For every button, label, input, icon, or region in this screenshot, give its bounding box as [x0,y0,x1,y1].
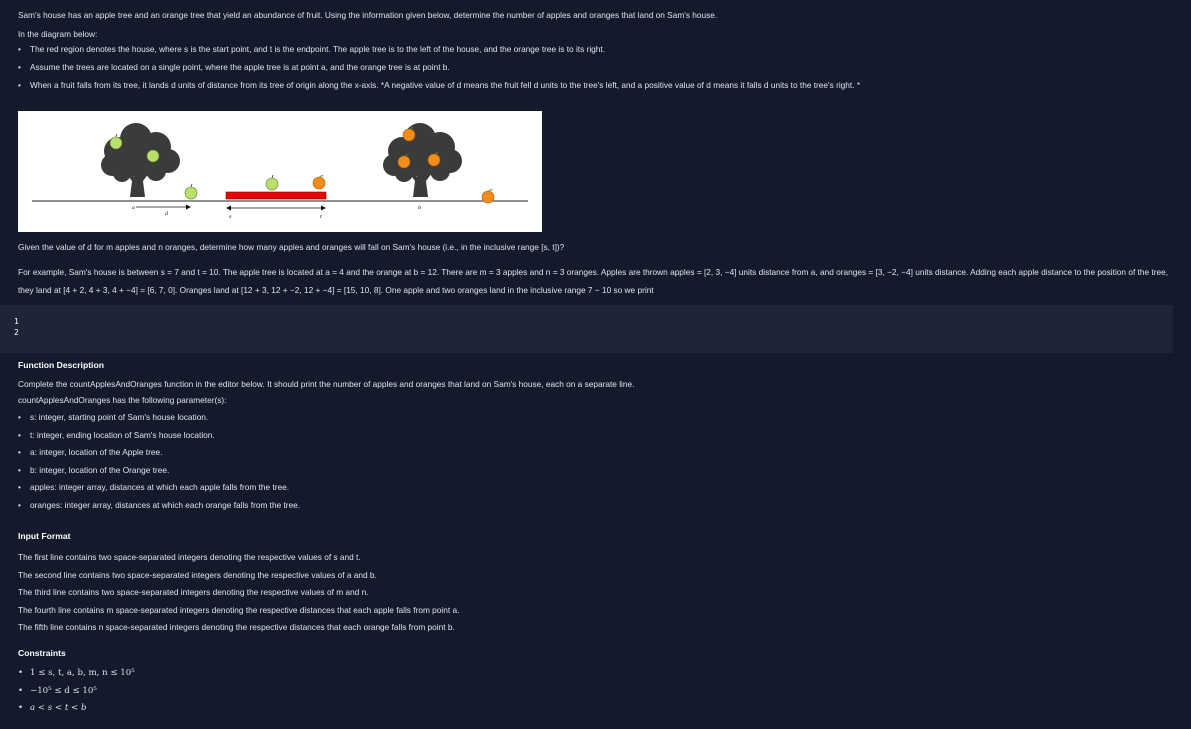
apple-icon [109,133,123,150]
list-item: The red region denotes the house, where … [18,44,860,63]
list-item: a < s < t < b [18,703,135,721]
house-region [225,191,327,200]
label-t: t [320,214,323,220]
orange-icon [312,175,326,190]
distance-d-arrow [136,204,191,210]
function-description-text: Complete the countApplesAndOranges funct… [18,379,635,389]
constraints-heading: Constraints [18,648,66,658]
list-item: Assume the trees are located on a single… [18,62,860,81]
list-item: When a fruit falls from its tree, it lan… [18,80,860,99]
function-description-heading: Function Description [18,360,104,370]
label-b: b [418,205,421,211]
input-format-line: The second line contains two space-separ… [18,569,377,580]
output-line: 2 [14,327,19,337]
input-format-heading: Input Format [18,531,71,541]
input-format-line: The third line contains two space-separa… [18,587,369,598]
input-format-line: The fourth line contains m space-separat… [18,604,460,615]
list-item: −10⁵ ≤ d ≤ 10⁵ [18,686,135,704]
given-question: Given the value of d for m apples and n … [18,242,565,252]
input-format-section: Input Format The first line contains two… [18,531,459,641]
label-s: s [229,214,232,220]
list-item: oranges: integer array, distances at whi… [18,500,634,519]
sample-output-block: 1 2 [0,305,1173,353]
list-item: b: integer, location of the Orange tree. [18,465,634,484]
orange-icon [481,189,495,204]
apple-icon [184,183,198,200]
list-item: apples: integer array, distances at whic… [18,483,634,501]
problem-intro: Sam's house has an apple tree and an ora… [18,10,860,99]
apple-orange-diagram: a d s t b [18,111,542,232]
label-d: d [165,211,168,217]
diagram-heading: In the diagram below: [18,29,98,39]
intro-bullet-list: The red region denotes the house, where … [18,44,860,99]
label-a: a [132,205,135,211]
params-heading: countApplesAndOranges has the following … [18,395,227,405]
example-text: For example, Sam's house is between s = … [18,267,1168,295]
output-line: 1 [14,317,19,326]
list-item: s: integer, starting point of Sam's hous… [18,412,634,431]
params-list: s: integer, starting point of Sam's hous… [18,412,634,519]
list-item: a: integer, location of the Apple tree. [18,447,634,466]
apple-tree-icon [101,123,180,197]
house-span-arrow [226,205,326,211]
apple-icon [265,174,279,191]
constraints-list: 1 ≤ s, t, a, b, m, n ≤ 10⁵ −10⁵ ≤ d ≤ 10… [18,668,135,721]
function-description-section: Function Description Complete the countA… [18,360,634,519]
constraints-section: Constraints 1 ≤ s, t, a, b, m, n ≤ 10⁵ −… [18,648,135,721]
list-item: t: integer, ending location of Sam's hou… [18,430,634,449]
problem-statement: Sam's house has an apple tree and an ora… [18,10,718,20]
orange-tree-icon [383,123,462,197]
input-format-line: The first line contains two space-separa… [18,552,361,562]
input-format-line: The fifth line contains n space-separate… [18,622,455,633]
list-item: 1 ≤ s, t, a, b, m, n ≤ 10⁵ [18,668,135,686]
